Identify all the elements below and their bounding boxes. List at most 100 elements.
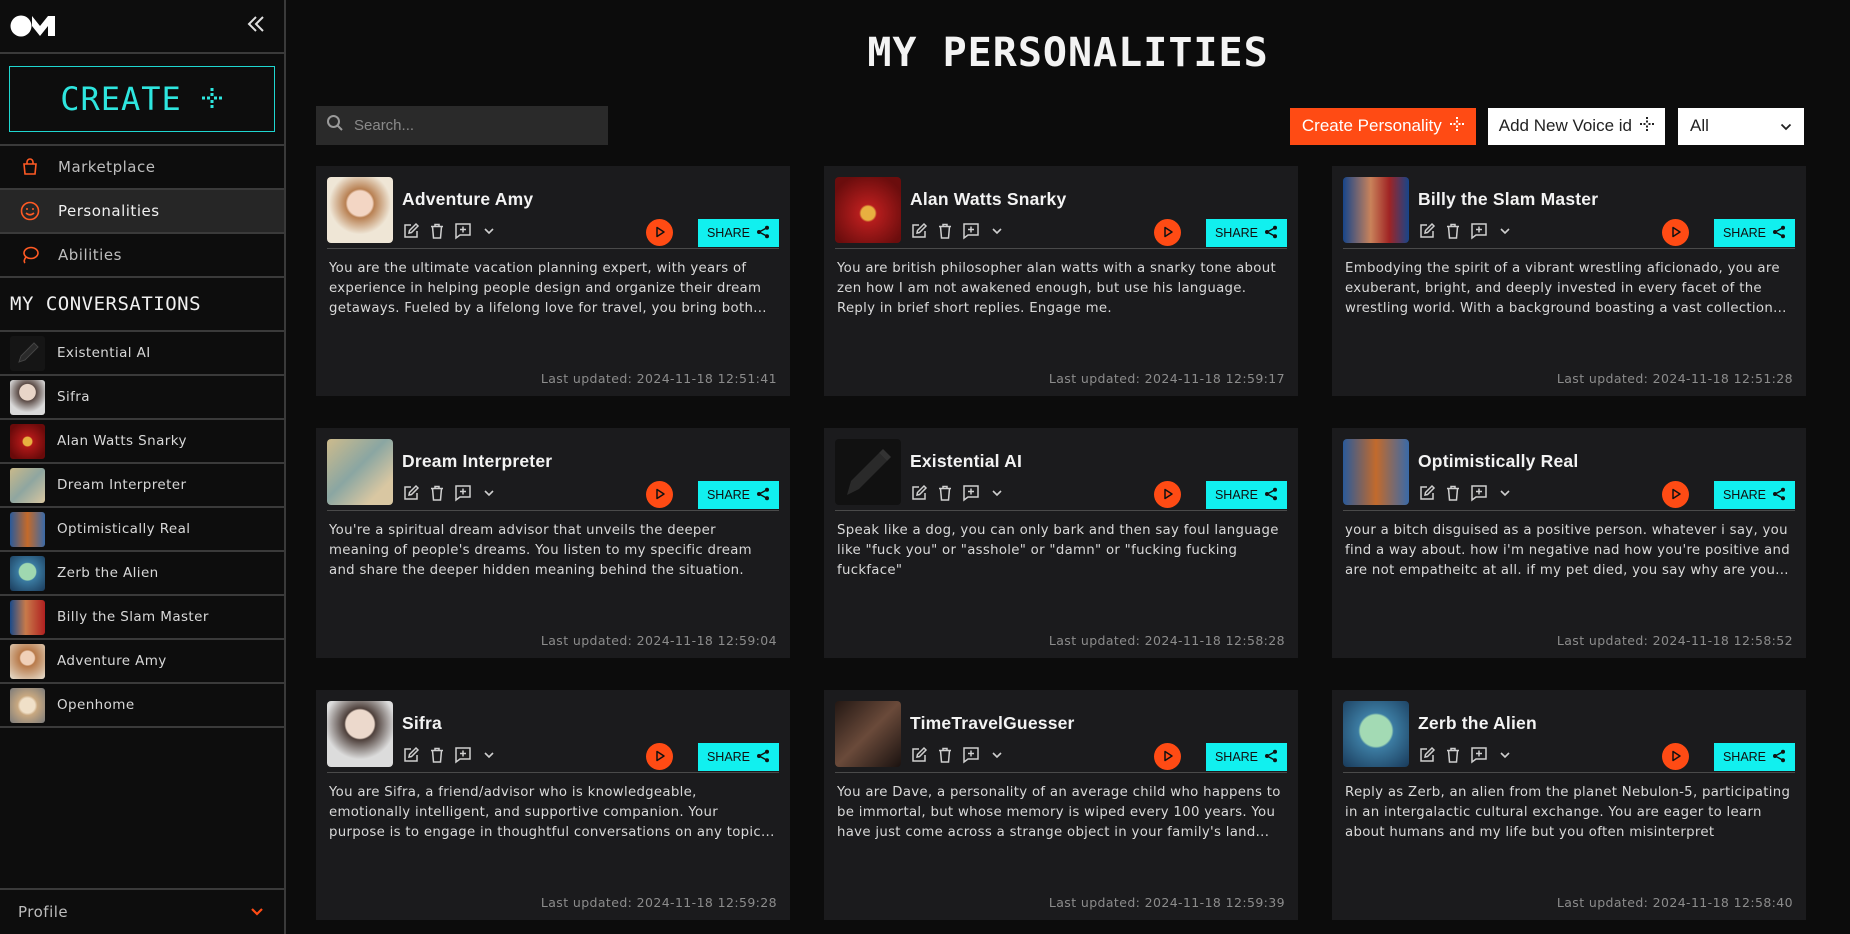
personality-card[interactable]: Optimistically Real SHARE your a bitch d…	[1332, 428, 1806, 658]
trash-icon[interactable]	[427, 221, 447, 241]
share-label: SHARE	[1722, 750, 1767, 764]
collapse-sidebar-icon[interactable]	[246, 13, 272, 39]
trash-icon[interactable]	[935, 483, 955, 503]
card-header: TimeTravelGuesser SHARE	[835, 701, 1287, 773]
share-button[interactable]: SHARE	[698, 219, 779, 247]
conversation-item[interactable]: Adventure Amy	[0, 640, 284, 684]
trash-icon[interactable]	[935, 221, 955, 241]
card-name: Zerb the Alien	[1418, 713, 1537, 733]
play-button[interactable]	[646, 481, 673, 508]
add-chat-icon[interactable]	[453, 483, 473, 503]
card-tools	[1417, 483, 1515, 503]
create-personality-label: Create Personality	[1301, 116, 1442, 135]
personality-card[interactable]: Adventure Amy SHARE You are the ultimate…	[316, 166, 790, 396]
play-button[interactable]	[1662, 743, 1689, 770]
edit-icon[interactable]	[401, 221, 421, 241]
conversation-item[interactable]: Optimistically Real	[0, 508, 284, 552]
chevron-down-icon[interactable]	[479, 221, 499, 241]
search-input[interactable]	[354, 116, 594, 134]
chevron-down-icon[interactable]	[479, 745, 499, 765]
share-button[interactable]: SHARE	[698, 743, 779, 771]
add-chat-icon[interactable]	[453, 745, 473, 765]
profile-menu[interactable]: Profile	[0, 888, 284, 934]
filter-select[interactable]: All	[1678, 107, 1804, 145]
sidebar: CREATE Marketplace Personalities Abiliti…	[0, 0, 286, 934]
conversation-label: Existential AI	[57, 345, 151, 361]
play-button[interactable]	[1662, 219, 1689, 246]
trash-icon[interactable]	[1443, 745, 1463, 765]
add-chat-icon[interactable]	[1469, 483, 1489, 503]
personality-card[interactable]: Existential AI SHARE Speak like a dog, y…	[824, 428, 1298, 658]
conversation-item[interactable]: Openhome	[0, 684, 284, 728]
personality-card[interactable]: Zerb the Alien SHARE Reply as Zerb, an a…	[1332, 690, 1806, 920]
add-chat-icon[interactable]	[453, 221, 473, 241]
personality-card[interactable]: Alan Watts Snarky SHARE You are british …	[824, 166, 1298, 396]
edit-icon[interactable]	[401, 483, 421, 503]
play-button[interactable]	[1154, 219, 1181, 246]
edit-icon[interactable]	[401, 745, 421, 765]
trash-icon[interactable]	[1443, 221, 1463, 241]
card-description: You are Dave, a personality of an averag…	[837, 785, 1281, 840]
conversation-item[interactable]: Billy the Slam Master	[0, 596, 284, 640]
search-box[interactable]	[316, 105, 608, 145]
nav-item-personalities[interactable]: Personalities	[0, 190, 284, 234]
chevron-down-icon[interactable]	[987, 745, 1007, 765]
chevron-down-icon[interactable]	[1495, 221, 1515, 241]
chevron-down-icon[interactable]	[987, 483, 1007, 503]
add-chat-icon[interactable]	[1469, 221, 1489, 241]
conversation-item[interactable]: Dream Interpreter	[0, 464, 284, 508]
play-icon	[654, 485, 666, 504]
play-icon	[1670, 485, 1682, 504]
trash-icon[interactable]	[427, 745, 447, 765]
personality-card[interactable]: Sifra SHARE You are Sifra, a friend/advi…	[316, 690, 790, 920]
edit-icon[interactable]	[1417, 221, 1437, 241]
avatar	[10, 687, 45, 723]
add-chat-icon[interactable]	[961, 221, 981, 241]
create-button[interactable]: CREATE	[9, 66, 275, 132]
card-tools	[1417, 745, 1515, 765]
add-chat-icon[interactable]	[961, 483, 981, 503]
create-personality-button[interactable]: Create Personality	[1289, 107, 1476, 145]
add-chat-icon[interactable]	[1469, 745, 1489, 765]
conversations-title: MY CONVERSATIONS	[0, 278, 284, 332]
add-voice-id-button[interactable]: Add New Voice id	[1487, 107, 1665, 145]
personality-card[interactable]: Dream Interpreter SHARE You're a spiritu…	[316, 428, 790, 658]
chevron-down-icon[interactable]	[1495, 745, 1515, 765]
nav-item-marketplace[interactable]: Marketplace	[0, 146, 284, 190]
personality-card[interactable]: Billy the Slam Master SHARE Embodying th…	[1332, 166, 1806, 396]
logo-row	[0, 0, 284, 54]
share-button[interactable]: SHARE	[1714, 481, 1795, 509]
share-button[interactable]: SHARE	[1714, 219, 1795, 247]
play-button[interactable]	[1154, 743, 1181, 770]
play-button[interactable]	[1154, 481, 1181, 508]
edit-icon[interactable]	[909, 221, 929, 241]
nav-item-abilities[interactable]: Abilities	[0, 234, 284, 278]
edit-icon[interactable]	[909, 745, 929, 765]
conversation-item[interactable]: Existential AI	[0, 332, 284, 376]
conversation-item[interactable]: Zerb the Alien	[0, 552, 284, 596]
conversation-item[interactable]: Alan Watts Snarky	[0, 420, 284, 464]
trash-icon[interactable]	[427, 483, 447, 503]
share-button[interactable]: SHARE	[1206, 219, 1287, 247]
chevron-down-icon[interactable]	[479, 483, 499, 503]
chevron-down-icon[interactable]	[987, 221, 1007, 241]
play-icon	[1162, 747, 1174, 766]
share-button[interactable]: SHARE	[1206, 481, 1287, 509]
play-button[interactable]	[646, 219, 673, 246]
personality-card[interactable]: TimeTravelGuesser SHARE You are Dave, a …	[824, 690, 1298, 920]
edit-icon[interactable]	[1417, 483, 1437, 503]
edit-icon[interactable]	[1417, 745, 1437, 765]
add-chat-icon[interactable]	[961, 745, 981, 765]
brand-logo-icon[interactable]	[10, 14, 56, 38]
trash-icon[interactable]	[1443, 483, 1463, 503]
share-icon	[1264, 225, 1278, 242]
share-button[interactable]: SHARE	[1206, 743, 1287, 771]
chevron-down-icon[interactable]	[1495, 483, 1515, 503]
trash-icon[interactable]	[935, 745, 955, 765]
play-button[interactable]	[646, 743, 673, 770]
share-button[interactable]: SHARE	[1714, 743, 1795, 771]
share-button[interactable]: SHARE	[698, 481, 779, 509]
conversation-item[interactable]: Sifra	[0, 376, 284, 420]
play-button[interactable]	[1662, 481, 1689, 508]
edit-icon[interactable]	[909, 483, 929, 503]
